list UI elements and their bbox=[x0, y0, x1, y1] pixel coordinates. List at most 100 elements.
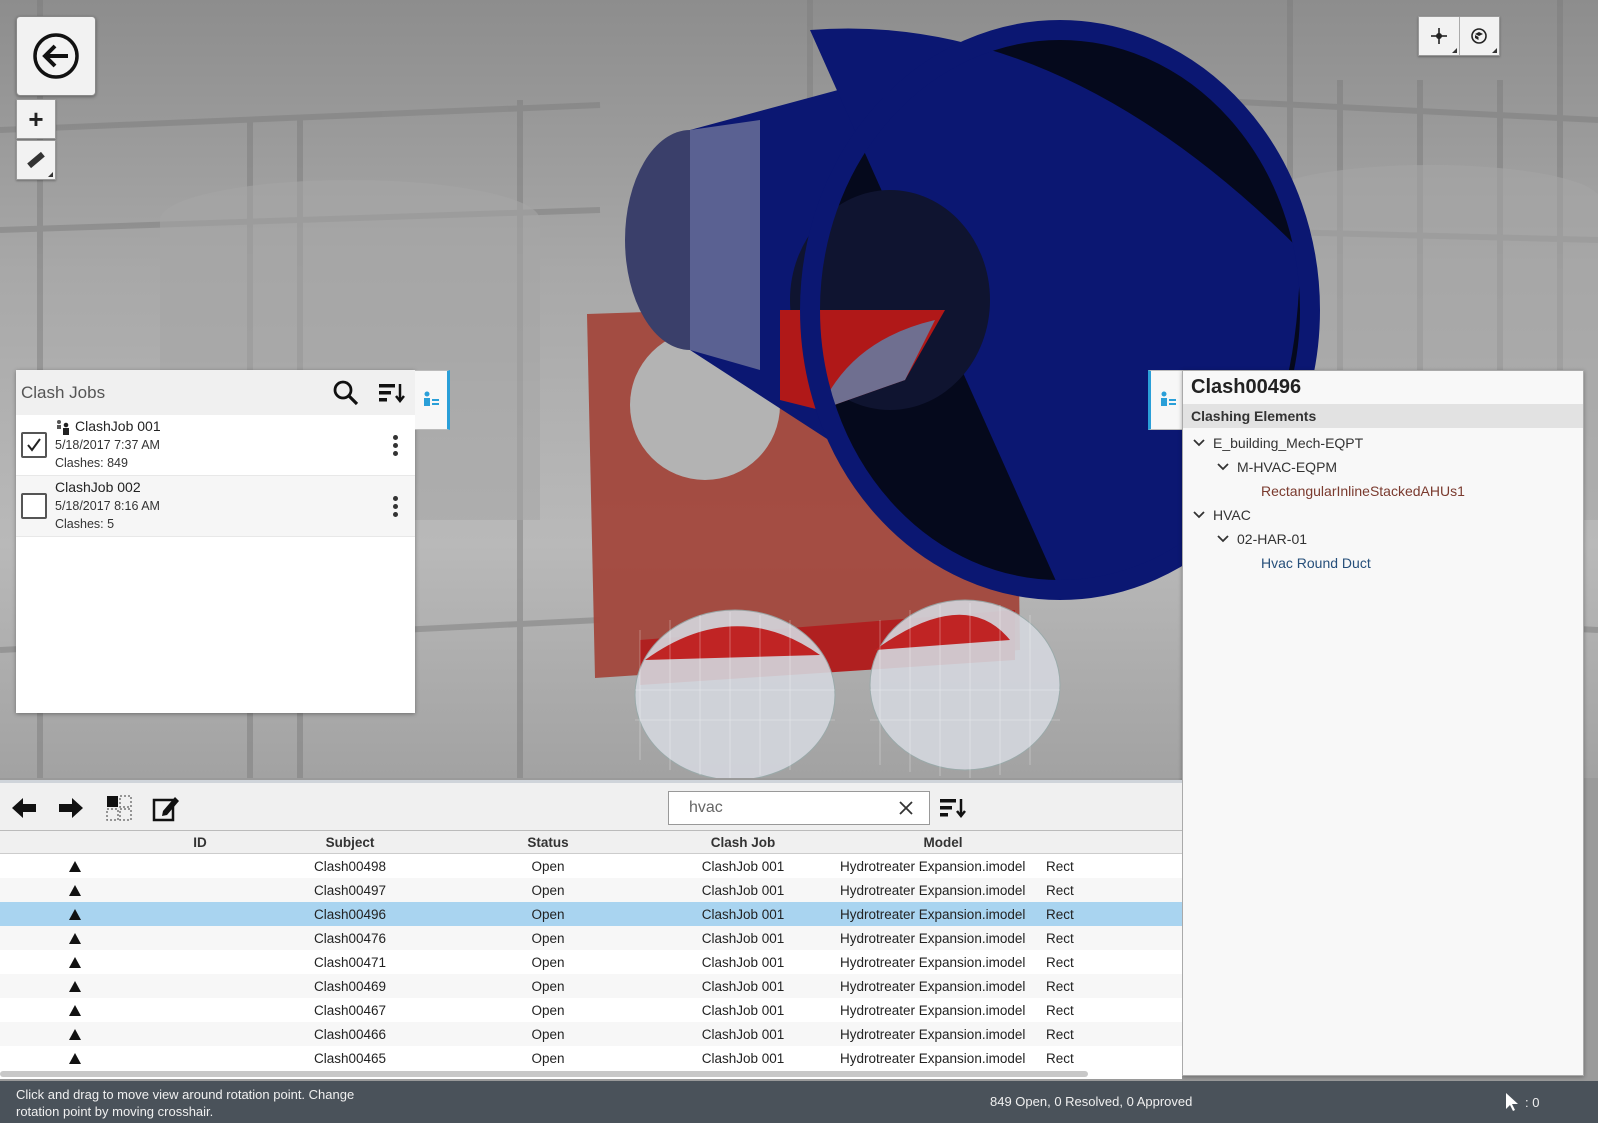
select-grid-icon bbox=[106, 795, 132, 821]
clash-jobs-panel-toggle[interactable] bbox=[415, 370, 450, 430]
warning-triangle-icon bbox=[0, 860, 150, 872]
next-button[interactable] bbox=[53, 790, 89, 826]
warning-triangle-icon bbox=[0, 1004, 150, 1016]
column-status[interactable]: Status bbox=[450, 831, 646, 853]
back-button[interactable] bbox=[16, 16, 96, 96]
warning-triangle-icon bbox=[0, 1052, 150, 1064]
zoom-in-button[interactable]: + bbox=[16, 99, 56, 139]
dropdown-corner-icon bbox=[1492, 48, 1497, 53]
job-date: 5/18/2017 8:16 AM bbox=[55, 498, 160, 513]
checkmark-icon bbox=[27, 438, 41, 452]
warning-triangle-icon bbox=[0, 932, 150, 944]
cell-model: Hydrotreater Expansion.imodel bbox=[840, 1002, 1026, 1018]
tree-node[interactable]: 02-HAR-01 bbox=[1183, 527, 1583, 551]
clash-job-item[interactable]: ClashJob 002 5/18/2017 8:16 AM Clashes: … bbox=[16, 476, 415, 537]
column-model[interactable]: Model bbox=[840, 831, 1046, 853]
sort-button[interactable] bbox=[369, 370, 415, 415]
chevron-down-icon bbox=[1215, 535, 1231, 543]
job-name: ClashJob 001 bbox=[75, 418, 161, 435]
cell-clash-job: ClashJob 001 bbox=[701, 882, 785, 898]
horizontal-scrollbar[interactable] bbox=[0, 1071, 1088, 1077]
warning-triangle-icon bbox=[0, 980, 150, 992]
table-row[interactable]: Clash00467 Open ClashJob 001 Hydrotreater E… bbox=[0, 998, 1182, 1022]
cell-model: Hydrotreater Expansion.imodel bbox=[840, 1050, 1026, 1066]
table-row[interactable]: Clash00466 Open ClashJob 001 Hydrotreater E… bbox=[0, 1022, 1182, 1046]
table-row[interactable]: Clash00476 Open ClashJob 001 Hydrotreater E… bbox=[0, 926, 1182, 950]
tree-node-label: HVAC bbox=[1213, 507, 1251, 523]
chevron-down-icon bbox=[1191, 439, 1207, 447]
cell-model: Hydrotreater Expansion.imodel bbox=[840, 906, 1026, 922]
cell-model: Hydrotreater Expansion.imodel bbox=[840, 930, 1026, 946]
tree-node[interactable]: M-HVAC-EQPM bbox=[1183, 455, 1583, 479]
column-id[interactable]: ID bbox=[150, 831, 250, 853]
search-field[interactable] bbox=[668, 791, 930, 825]
chevron-down-icon bbox=[1215, 463, 1231, 471]
job-date: 5/18/2017 7:37 AM bbox=[55, 437, 160, 452]
cell-subject: Clash00471 bbox=[313, 954, 387, 970]
cell-element: Rect bbox=[1046, 858, 1074, 874]
cell-status: Open bbox=[531, 954, 565, 970]
job-checkbox[interactable] bbox=[21, 432, 47, 458]
clash-title: Clash00496 bbox=[1191, 376, 1302, 398]
measure-button[interactable] bbox=[16, 140, 56, 180]
cell-subject: Clash00469 bbox=[313, 978, 387, 994]
job-checkbox[interactable] bbox=[21, 493, 47, 519]
search-button[interactable] bbox=[323, 370, 369, 415]
chevron-down-icon bbox=[1191, 511, 1207, 519]
view-cube-button[interactable] bbox=[1458, 17, 1500, 55]
tree-leaf[interactable]: Hvac Round Duct bbox=[1183, 551, 1583, 575]
cell-status: Open bbox=[531, 930, 565, 946]
cell-subject: Clash00465 bbox=[313, 1050, 387, 1066]
cell-status: Open bbox=[531, 906, 565, 922]
cell-element: Rect bbox=[1046, 1026, 1074, 1042]
table-row[interactable]: Clash00465 Open ClashJob 001 Hydrotreater E… bbox=[0, 1046, 1182, 1070]
clash-panel-icon bbox=[424, 391, 439, 406]
cell-clash-job: ClashJob 001 bbox=[701, 954, 785, 970]
tree-node-label: 02-HAR-01 bbox=[1237, 531, 1308, 547]
table-row[interactable]: Clash00469 Open ClashJob 001 Hydrotreater E… bbox=[0, 974, 1182, 998]
panel-title: Clash Jobs bbox=[21, 382, 106, 402]
table-row[interactable]: Clash00496 Open ClashJob 001 Hydrotreater E… bbox=[0, 902, 1182, 926]
cell-status: Open bbox=[531, 1050, 565, 1066]
search-icon bbox=[333, 380, 359, 405]
clash-job-icon bbox=[57, 419, 69, 435]
more-options-icon[interactable] bbox=[375, 434, 415, 456]
tree-node[interactable]: E_building_Mech-EQPT bbox=[1183, 431, 1583, 455]
tree-node-label: M-HVAC-EQPM bbox=[1237, 459, 1338, 475]
cell-status: Open bbox=[531, 1026, 565, 1042]
warning-triangle-icon bbox=[0, 884, 150, 896]
cell-clash-job: ClashJob 001 bbox=[701, 978, 785, 994]
sort-button[interactable] bbox=[935, 790, 971, 826]
cell-clash-job: ClashJob 001 bbox=[701, 1050, 785, 1066]
column-clash-job[interactable]: Clash Job bbox=[646, 831, 840, 853]
clash-table: ID Subject Status Clash Job Model Clash0… bbox=[0, 830, 1182, 1079]
cell-model: Hydrotreater Expansion.imodel bbox=[840, 858, 1026, 874]
dropdown-corner-icon bbox=[1451, 48, 1457, 53]
cell-model: Hydrotreater Expansion.imodel bbox=[840, 1026, 1026, 1042]
search-input[interactable] bbox=[687, 798, 891, 818]
arrow-right-icon bbox=[59, 798, 83, 818]
previous-button[interactable] bbox=[6, 790, 42, 826]
table-row[interactable]: Clash00498 Open ClashJob 001 Hydrotreater E… bbox=[0, 854, 1182, 878]
sort-icon bbox=[379, 383, 405, 403]
cell-status: Open bbox=[531, 858, 565, 874]
column-subject[interactable]: Subject bbox=[250, 831, 450, 853]
more-options-icon[interactable] bbox=[375, 495, 415, 517]
view-tools-group bbox=[1418, 16, 1500, 56]
cell-element: Rect bbox=[1046, 978, 1074, 994]
pan-tool-button[interactable] bbox=[1419, 17, 1459, 55]
dropdown-corner-icon bbox=[48, 172, 53, 177]
clash-job-item[interactable]: ClashJob 001 5/18/2017 7:37 AM Clashes: … bbox=[16, 415, 415, 476]
table-row[interactable]: Clash00471 Open ClashJob 001 Hydrotreater E… bbox=[0, 950, 1182, 974]
clear-search-button[interactable] bbox=[891, 800, 921, 816]
select-all-button[interactable] bbox=[101, 790, 137, 826]
tree-node[interactable]: HVAC bbox=[1183, 503, 1583, 527]
warning-triangle-icon bbox=[0, 956, 150, 968]
edit-button[interactable] bbox=[148, 790, 184, 826]
selection-indicator: : 0 bbox=[1505, 1092, 1539, 1112]
details-panel-toggle[interactable] bbox=[1148, 370, 1184, 430]
selection-count: : 0 bbox=[1525, 1094, 1540, 1110]
job-clash-count: Clashes: 5 bbox=[55, 517, 115, 532]
table-row[interactable]: Clash00497 Open ClashJob 001 Hydrotreater E… bbox=[0, 878, 1182, 902]
tree-leaf[interactable]: RectangularInlineStackedAHUs1 bbox=[1183, 479, 1583, 503]
